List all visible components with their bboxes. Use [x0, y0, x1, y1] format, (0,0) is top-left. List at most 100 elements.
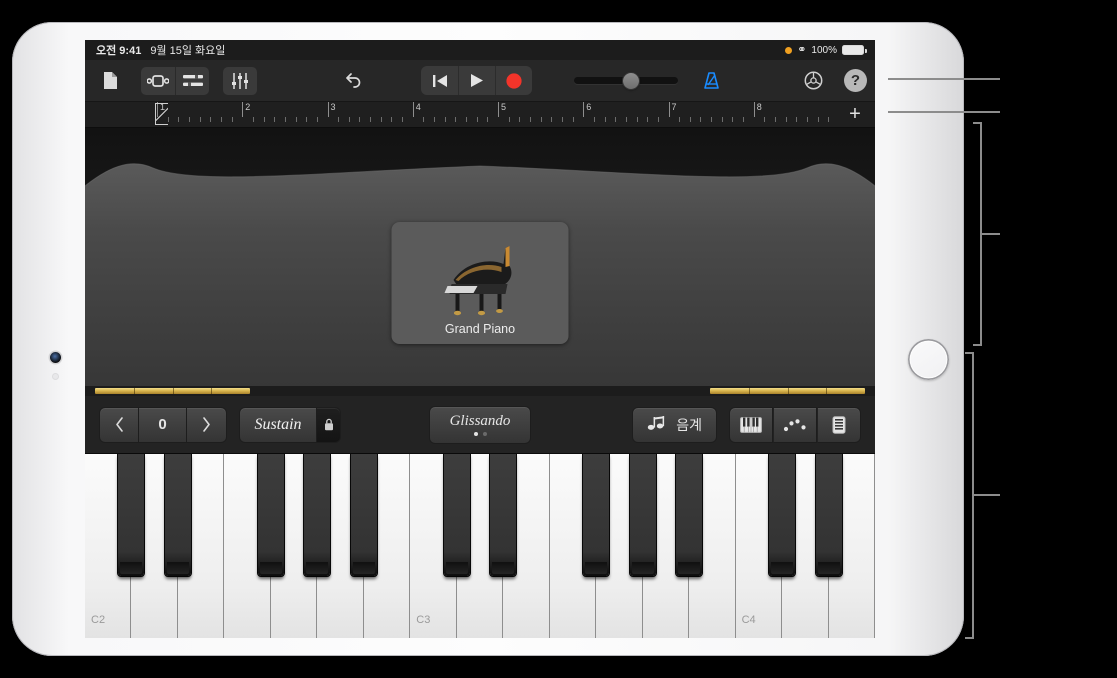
ruler-minor-tick [338, 117, 340, 122]
velocity-strip-divider [748, 388, 750, 394]
gear-icon[interactable] [796, 67, 830, 95]
double-note-icon [647, 415, 667, 434]
black-key[interactable] [490, 454, 517, 576]
glissando-button[interactable]: Glissando [429, 405, 531, 444]
key-octave-label: C3 [416, 614, 431, 626]
chord-strip-icon[interactable] [817, 406, 861, 443]
ruler-minor-tick [679, 117, 681, 122]
ruler-bar-number: 2 [245, 102, 251, 112]
ruler-bar-number: 8 [756, 102, 762, 112]
keyboard-view-group [729, 406, 861, 443]
instrument-display-area: Grand Piano [85, 128, 875, 386]
piano-keyboard[interactable]: C2 C3 C4 [85, 454, 875, 638]
ruler-minor-tick [487, 117, 489, 122]
ruler-minor-tick [306, 117, 308, 122]
ruler-minor-tick [252, 117, 254, 122]
ipad-screen: 오전 9:41 9월 15일 화요일 ⚭ 100% ? 2 3 4 5 6 7 … [85, 40, 875, 638]
black-key[interactable] [350, 454, 377, 576]
main-toolbar: ? [85, 60, 875, 102]
velocity-strip-right[interactable] [710, 388, 865, 394]
document-icon[interactable] [93, 67, 127, 95]
ruler-minor-tick [657, 117, 659, 122]
octave-value-label: 0 [139, 406, 187, 443]
ruler-bar-number: 6 [586, 102, 592, 112]
timeline-ruler[interactable]: 12345678 + [85, 102, 875, 128]
home-button[interactable] [908, 339, 949, 380]
key-octave-label: C4 [741, 614, 756, 626]
ruler-minor-tick [188, 117, 190, 122]
ruler-bar-number: 3 [330, 102, 336, 112]
black-key[interactable] [583, 454, 610, 576]
instrument-name-label: Grand Piano [444, 322, 516, 336]
grand-piano-icon [444, 246, 511, 316]
velocity-strip-divider [787, 388, 789, 394]
ruler-minor-tick [210, 117, 212, 122]
callout-bracket-instrument [973, 122, 982, 346]
ruler-minor-tick [807, 117, 809, 122]
lock-icon[interactable] [317, 406, 341, 443]
metronome-icon[interactable] [694, 67, 728, 95]
fx-group [223, 66, 257, 95]
velocity-strip-left[interactable] [95, 388, 250, 394]
keyboard-controls-row: 0 Sustain Glissando 음계 [85, 396, 875, 454]
ruler-minor-tick [561, 117, 563, 122]
ruler-minor-tick [231, 117, 233, 122]
octave-stepper: 0 [99, 406, 227, 443]
black-key[interactable] [118, 454, 145, 576]
help-button[interactable]: ? [844, 69, 867, 92]
volume-slider-knob[interactable] [623, 72, 640, 89]
rewind-icon[interactable] [421, 66, 458, 95]
ruler-minor-tick [743, 117, 745, 122]
glissando-label: Glissando [449, 413, 511, 429]
record-icon[interactable] [495, 66, 532, 95]
ruler-minor-tick [647, 117, 649, 122]
ruler-bar-number: 5 [501, 102, 507, 112]
instrument-card[interactable]: Grand Piano [391, 222, 569, 344]
scale-button[interactable]: 음계 [632, 406, 717, 443]
octave-down-button[interactable] [99, 406, 139, 443]
play-icon[interactable] [458, 66, 495, 95]
sustain-button[interactable]: Sustain [239, 406, 317, 443]
ruler-minor-tick [370, 117, 372, 122]
key-octave-label: C2 [91, 614, 106, 626]
ruler-minor-tick [796, 117, 798, 122]
sustain-group: Sustain [239, 406, 341, 443]
ruler-minor-tick [434, 117, 436, 122]
undo-icon[interactable] [335, 67, 369, 95]
instrument-view-icon[interactable] [141, 67, 175, 95]
black-key[interactable] [815, 454, 842, 576]
black-key[interactable] [676, 454, 703, 576]
black-key[interactable] [443, 454, 470, 576]
velocity-strip-divider [826, 388, 828, 394]
black-key[interactable] [769, 454, 796, 576]
tracks-view-icon[interactable] [175, 66, 209, 95]
ruler-minor-tick [764, 117, 766, 122]
ruler-minor-tick [402, 117, 404, 122]
playhead-marker[interactable] [155, 103, 168, 125]
ruler-minor-tick [817, 117, 819, 122]
ruler-minor-tick [391, 117, 393, 122]
fx-sliders-icon[interactable] [223, 67, 257, 95]
view-toggle-group [141, 66, 209, 95]
black-key[interactable] [629, 454, 656, 576]
ruler-minor-tick [316, 117, 318, 122]
velocity-strip-row [85, 386, 875, 396]
keyboard-icon[interactable] [729, 406, 773, 443]
ruler-minor-tick [785, 117, 787, 122]
ruler-minor-tick [625, 117, 627, 122]
velocity-strip-divider [211, 388, 213, 394]
add-section-button[interactable]: + [845, 104, 865, 125]
ruler-minor-tick [636, 117, 638, 122]
arpeggiator-icon[interactable] [773, 406, 817, 443]
black-key[interactable] [257, 454, 284, 576]
octave-up-button[interactable] [187, 406, 227, 443]
black-key[interactable] [164, 454, 191, 576]
ruler-minor-tick [444, 117, 446, 122]
ruler-minor-tick [689, 117, 691, 122]
ruler-minor-tick [508, 117, 510, 122]
ruler-minor-tick [423, 117, 425, 122]
master-volume-slider[interactable] [574, 72, 678, 89]
ruler-minor-tick [220, 117, 222, 122]
ruler-minor-tick [284, 117, 286, 122]
black-key[interactable] [304, 454, 331, 576]
